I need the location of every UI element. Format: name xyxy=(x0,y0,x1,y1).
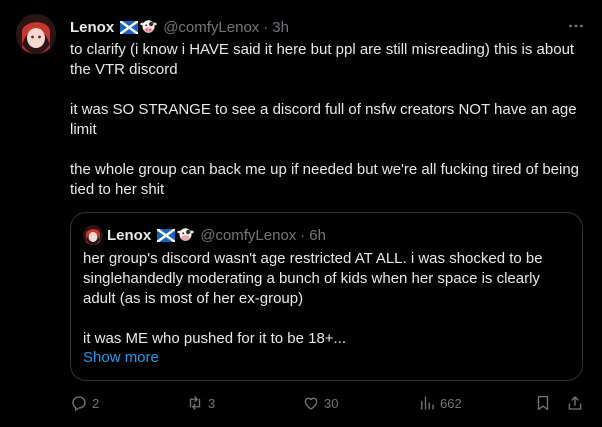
scotland-flag-icon xyxy=(157,228,176,242)
quoted-tweet[interactable]: Lenox @comfyLenox · 6h her group's disco… xyxy=(70,212,583,381)
share-button[interactable] xyxy=(566,394,584,412)
cow-face-icon xyxy=(140,20,157,33)
cow-face-icon xyxy=(177,228,194,241)
repost-button[interactable]: 3 xyxy=(186,394,215,412)
repost-count: 3 xyxy=(208,395,216,411)
timestamp[interactable]: 3h xyxy=(272,19,289,36)
show-more-link[interactable]: Show more xyxy=(83,349,159,366)
action-bar: 2 3 30 662 xyxy=(70,394,586,416)
reply-button[interactable]: 2 xyxy=(70,394,99,412)
tweet-paragraph: to clarify (i know i HAVE said it here b… xyxy=(70,41,575,78)
like-button[interactable]: 30 xyxy=(302,394,338,412)
quoted-timestamp: 6h xyxy=(309,226,326,244)
quoted-avatar xyxy=(83,225,103,245)
author-emoji xyxy=(120,19,157,35)
author-handle[interactable]: @comfyLenox xyxy=(163,19,259,36)
like-count: 30 xyxy=(324,395,339,411)
analytics-icon xyxy=(421,396,434,410)
tweet-text: to clarify (i know i HAVE said it here b… xyxy=(70,40,585,220)
tweet-paragraph: the whole group can back me up if needed… xyxy=(70,161,580,198)
tweet-header: Lenox @comfyLenox · 3h xyxy=(70,16,582,38)
scotland-flag-icon xyxy=(120,20,139,34)
reply-icon xyxy=(72,396,86,411)
more-options-icon[interactable] xyxy=(564,14,588,38)
author-name[interactable]: Lenox xyxy=(70,19,114,36)
bookmark-button[interactable] xyxy=(534,394,552,412)
quoted-author-handle: @comfyLenox xyxy=(200,226,297,244)
quoted-author-name: Lenox xyxy=(107,226,152,244)
tweet-paragraph: it was SO STRANGE to see a discord full … xyxy=(70,101,577,138)
separator-dot: · xyxy=(263,18,269,36)
quoted-paragraph: her group's discord wasn't age restricte… xyxy=(83,250,543,307)
views-button[interactable]: 662 xyxy=(418,394,462,412)
views-count: 662 xyxy=(440,395,462,411)
repost-icon xyxy=(189,396,201,410)
heart-icon xyxy=(304,397,318,410)
separator-dot: · xyxy=(300,226,306,244)
avatar[interactable] xyxy=(16,14,56,54)
quoted-author-emoji xyxy=(157,227,194,243)
reply-count: 2 xyxy=(92,395,100,411)
quoted-tweet-header: Lenox @comfyLenox · 6h xyxy=(83,225,326,245)
quoted-paragraph: it was ME who pushed for it to be 18+... xyxy=(83,330,347,347)
bookmark-icon xyxy=(537,395,549,411)
share-icon xyxy=(568,396,582,410)
